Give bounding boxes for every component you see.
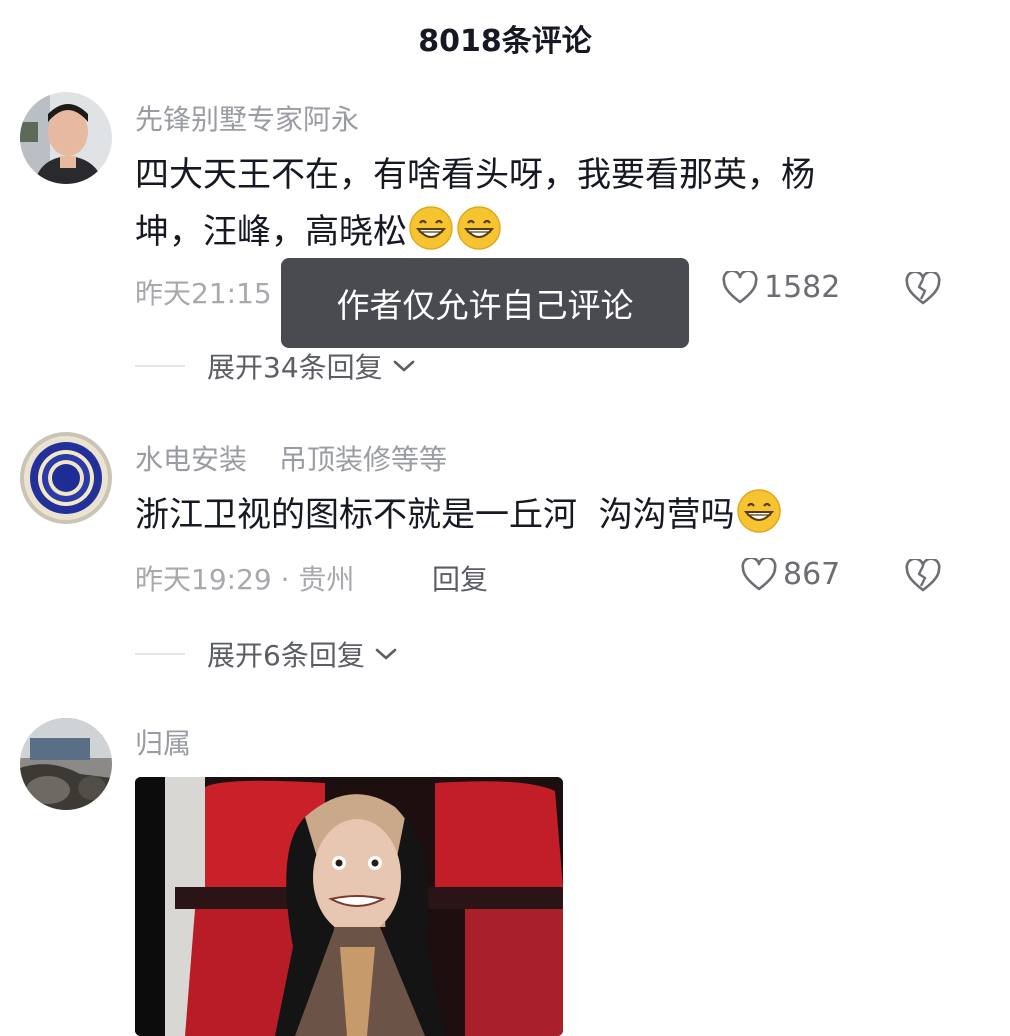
username-suffix: 吊顶装修等等: [279, 443, 448, 476]
like-button[interactable]: 1582: [722, 270, 840, 305]
comment-text: 浙江卫视的图标不就是一丘河 沟沟营吗: [135, 487, 935, 544]
like-button[interactable]: 867: [741, 557, 840, 592]
avatar-photo-icon: [20, 718, 112, 810]
dislike-button[interactable]: [905, 557, 941, 593]
comment-username[interactable]: 先锋别墅专家阿永: [135, 98, 359, 138]
toast-text: 作者仅允许自己评论: [336, 286, 634, 325]
expand-divider: [135, 653, 185, 655]
chevron-down-icon: [393, 360, 414, 372]
comment-text-line: 坤，汪峰，高晓松: [135, 204, 935, 261]
expand-replies-label: 展开34条回复: [207, 351, 383, 384]
avatar-photo-icon: [20, 92, 112, 184]
broken-heart-icon: [905, 270, 941, 305]
comment-text: 四大天王不在，有啥看头呀，我要看那英，杨 坤，汪峰，高晓松: [135, 147, 935, 261]
reply-button[interactable]: 回复: [432, 558, 488, 598]
expand-replies-label: 展开6条回复: [207, 639, 365, 672]
username-main: 水电安装: [135, 443, 248, 476]
broken-heart-icon: [905, 557, 941, 592]
comment-meta: 昨天19:29 · 贵州: [135, 563, 355, 596]
like-count: 867: [783, 557, 841, 592]
expand-replies-button[interactable]: 展开34条回复: [135, 346, 417, 386]
comments-header: 8018条评论: [0, 0, 1010, 76]
like-count: 1582: [764, 270, 841, 305]
avatar[interactable]: [20, 92, 112, 184]
grin-emoji-icon: [457, 206, 501, 250]
toast-message: 作者仅允许自己评论: [281, 258, 689, 348]
avatar[interactable]: [20, 718, 112, 810]
grin-emoji-icon: [409, 206, 453, 250]
heart-outline-icon: [722, 270, 758, 303]
avatar-logo-icon: [20, 432, 112, 524]
expand-replies-button[interactable]: 展开6条回复: [135, 634, 399, 674]
comment-username[interactable]: 水电安装 吊顶装修等等: [135, 438, 447, 478]
avatar[interactable]: [20, 432, 112, 524]
comment-text-segment: 浙江卫视的图标不就是一丘河 沟沟营吗: [135, 495, 735, 535]
chevron-down-icon: [375, 648, 397, 660]
grin-emoji-icon: [736, 489, 781, 533]
expand-divider: [135, 365, 185, 367]
meme-image-icon: [135, 777, 563, 1036]
comment-text-line: 四大天王不在，有啥看头呀，我要看那英，杨: [135, 155, 815, 195]
dislike-button[interactable]: [905, 270, 941, 306]
comment-time: 昨天21:15: [135, 277, 272, 310]
comment-username[interactable]: 归属: [135, 722, 191, 762]
heart-outline-icon: [741, 557, 777, 590]
comment-count-title: 8018条评论: [418, 24, 592, 59]
comment-image[interactable]: [135, 777, 563, 1036]
comment-text-segment: 坤，汪峰，高晓松: [135, 212, 407, 252]
